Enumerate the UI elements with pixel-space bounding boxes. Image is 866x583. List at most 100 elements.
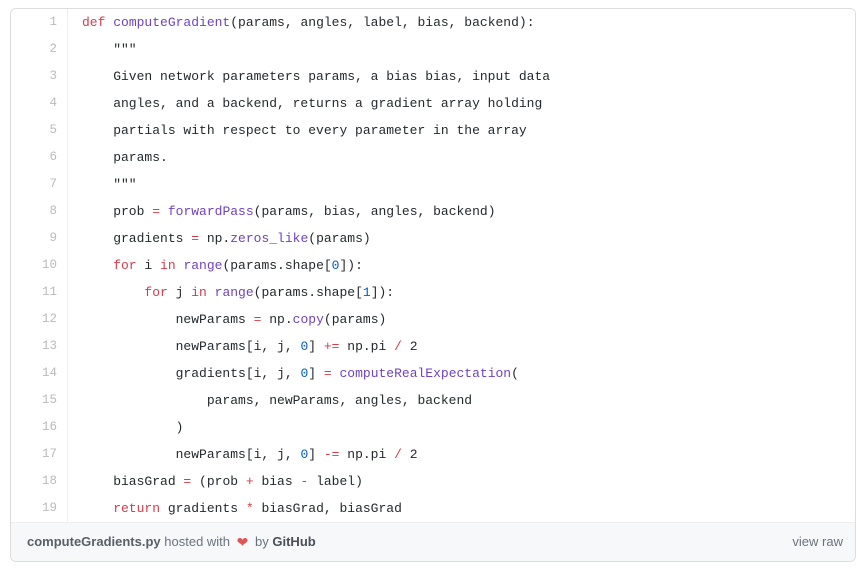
code-token: range: [214, 285, 254, 300]
code-token: biasGrad: [82, 474, 184, 489]
gist-embed: 1 def computeGradient(params, angles, lab…: [10, 8, 856, 562]
gist-code-area: 1 def computeGradient(params, angles, lab…: [11, 9, 855, 522]
code-token: (prob: [191, 474, 246, 489]
code-token: +=: [323, 339, 340, 354]
line-number: 13: [11, 333, 68, 360]
code-line: 5 partials with respect to every paramet…: [11, 117, 855, 144]
line-content: biasGrad = (prob + bias - label): [68, 468, 856, 495]
line-number: 7: [11, 171, 68, 198]
code-line: 9 gradients = np.zeros_like(params): [11, 225, 855, 252]
hosted-with-label: hosted with: [164, 534, 231, 549]
code-token: ]):: [339, 258, 363, 273]
code-token: (params.shape[: [253, 285, 363, 300]
code-line: 16 ): [11, 414, 855, 441]
code-token: np.: [261, 312, 293, 327]
code-token: ]: [308, 447, 324, 462]
code-token: copy: [292, 312, 324, 327]
code-token: zeros_like: [230, 231, 309, 246]
code-token: gradients: [160, 501, 246, 516]
code-token: def: [82, 15, 114, 30]
line-number: 12: [11, 306, 68, 333]
code-token: newParams[i, j,: [82, 447, 301, 462]
code-token: computeGradient: [113, 15, 231, 30]
code-token: j: [167, 285, 192, 300]
code-token: bias: [253, 474, 301, 489]
code-token: forwardPass: [167, 204, 254, 219]
line-content: newParams[i, j, 0] -= np.pi / 2: [68, 441, 856, 468]
line-number: 3: [11, 63, 68, 90]
line-number: 11: [11, 279, 68, 306]
code-token: (params, bias, angles, backend): [253, 204, 496, 219]
line-content: angles, and a backend, returns a gradien…: [68, 90, 856, 117]
line-number: 1: [11, 9, 68, 36]
code-token: for: [82, 258, 137, 273]
code-token: partials with respect to every parameter…: [82, 123, 527, 138]
view-raw-link[interactable]: view raw: [792, 533, 843, 551]
code-token: angles, and a backend, returns a gradien…: [82, 96, 543, 111]
code-line: 2 """: [11, 36, 855, 63]
code-token: np.pi: [339, 447, 395, 462]
code-token: 2: [401, 447, 418, 462]
code-line: 3 Given network parameters params, a bia…: [11, 63, 855, 90]
line-content: """: [68, 36, 856, 63]
github-host-label: GitHub: [272, 534, 316, 549]
code-line: 14 gradients[i, j, 0] = computeRealExpec…: [11, 360, 855, 387]
code-line: 17 newParams[i, j, 0] -= np.pi / 2: [11, 441, 855, 468]
line-content: gradients = np.zeros_like(params): [68, 225, 856, 252]
code-token: +: [245, 474, 254, 489]
code-token: (params): [323, 312, 387, 327]
code-token: i: [136, 258, 161, 273]
code-token: in: [160, 258, 176, 273]
code-token: """: [82, 42, 137, 57]
code-token: range: [183, 258, 223, 273]
line-number: 4: [11, 90, 68, 117]
line-content: newParams[i, j, 0] += np.pi / 2: [68, 333, 856, 360]
code-token: gradients[i, j,: [82, 366, 301, 381]
code-token: (params): [308, 231, 371, 246]
code-line: 15 params, newParams, angles, backend: [11, 387, 855, 414]
code-token: ): [82, 420, 184, 435]
code-line: 4 angles, and a backend, returns a gradi…: [11, 90, 855, 117]
line-number: 5: [11, 117, 68, 144]
line-content: for j in range(params.shape[1]):: [68, 279, 856, 306]
code-token: (: [511, 366, 519, 381]
code-line: 6 params.: [11, 144, 855, 171]
line-content: params, newParams, angles, backend: [68, 387, 856, 414]
line-number: 8: [11, 198, 68, 225]
line-content: newParams = np.copy(params): [68, 306, 856, 333]
code-token: -=: [323, 447, 340, 462]
code-token: np.: [199, 231, 231, 246]
code-token: /: [394, 339, 402, 354]
code-token: gradients: [82, 231, 192, 246]
code-token: ]):: [370, 285, 395, 300]
code-token: """: [82, 177, 137, 192]
line-number: 16: [11, 414, 68, 441]
code-token: newParams[i, j,: [82, 339, 301, 354]
code-token: (params.shape[: [222, 258, 332, 273]
code-line: 18 biasGrad = (prob + bias - label): [11, 468, 855, 495]
code-token: label): [308, 474, 363, 489]
line-number: 18: [11, 468, 68, 495]
line-content: """: [68, 171, 856, 198]
line-number: 19: [11, 495, 68, 522]
code-token: in: [191, 285, 207, 300]
code-line: 11 for j in range(params.shape[1]):: [11, 279, 855, 306]
line-content: Given network parameters params, a bias …: [68, 63, 856, 90]
gist-footer: computeGradients.py hosted with ❤ by Git…: [11, 522, 855, 561]
code-token: computeRealExpectation: [339, 366, 512, 381]
code-token: for: [82, 285, 168, 300]
code-line: 8 prob = forwardPass(params, bias, angle…: [11, 198, 855, 225]
line-number: 6: [11, 144, 68, 171]
code-line: 7 """: [11, 171, 855, 198]
line-content: gradients[i, j, 0] = computeRealExpectat…: [68, 360, 856, 387]
line-number: 14: [11, 360, 68, 387]
gist-filename: computeGradients.py: [27, 534, 161, 549]
code-token: =: [191, 231, 200, 246]
line-content: prob = forwardPass(params, bias, angles,…: [68, 198, 856, 225]
line-number: 17: [11, 441, 68, 468]
code-token: newParams: [82, 312, 254, 327]
code-token: =: [152, 204, 161, 219]
line-content: params.: [68, 144, 856, 171]
code-line: 19 return gradients * biasGrad, biasGrad: [11, 495, 855, 522]
